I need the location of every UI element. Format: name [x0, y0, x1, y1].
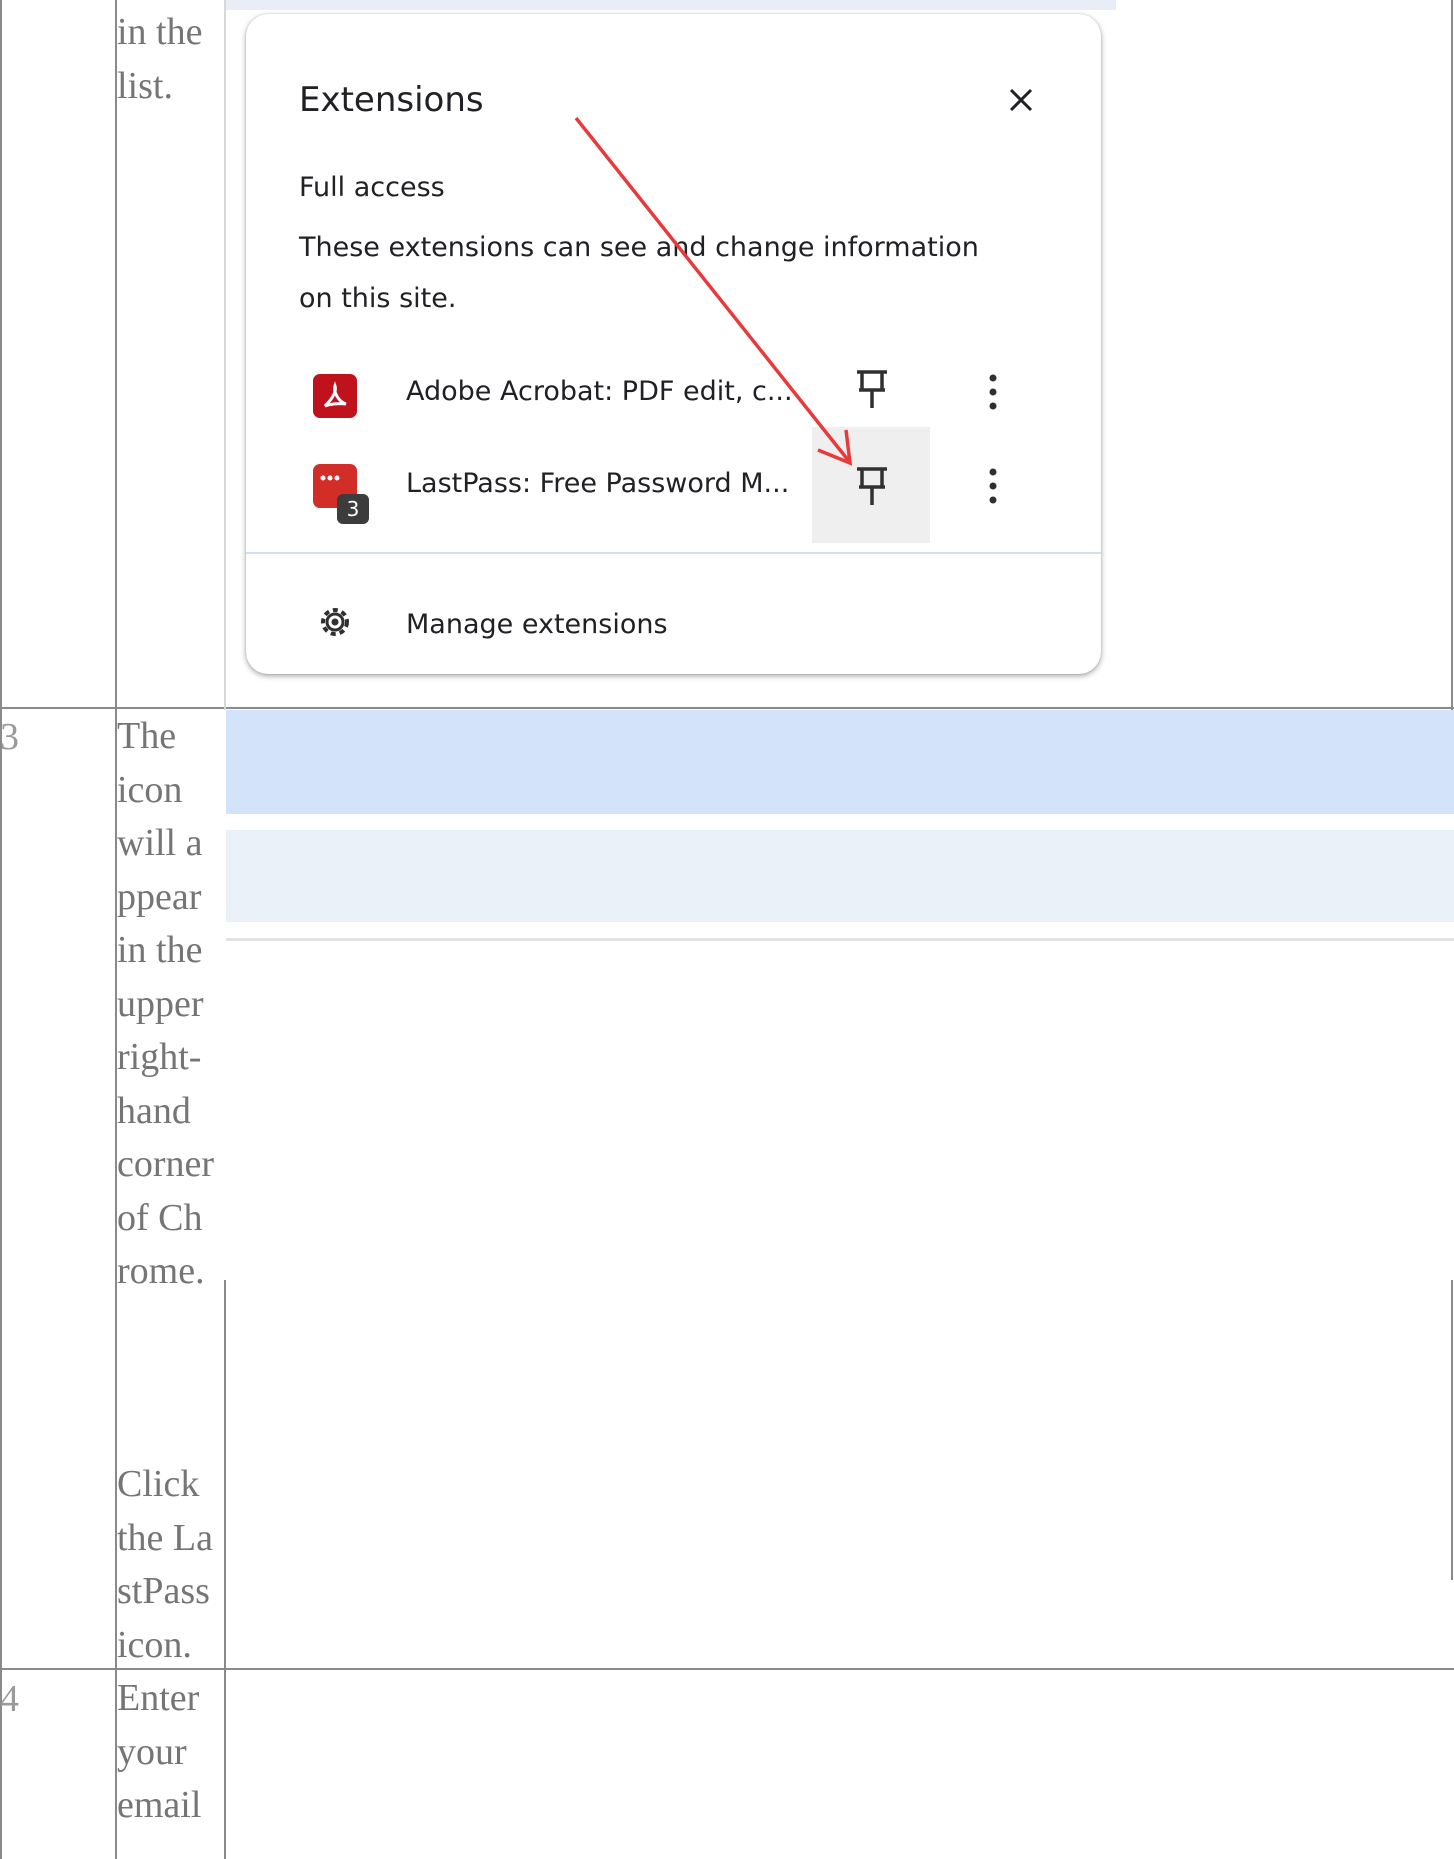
screenshot-band-primary [226, 710, 1454, 814]
row3-instruction-text-2: Click the La stPass icon. [117, 1463, 214, 1666]
step-number: 4 [0, 1678, 19, 1720]
row-divider-4 [0, 1668, 1454, 1670]
row3-instruction-text: The icon will a ppear in the upper right… [117, 715, 215, 1292]
table-col-divider-2b [224, 1280, 226, 1859]
table-right-border-lower [1451, 1280, 1453, 1580]
screenshot-band-secondary [226, 830, 1454, 922]
row4-instruction-text: Enter your email [117, 1677, 202, 1826]
annotation-arrow [574, 116, 853, 466]
screenshot-band-divider [226, 938, 1454, 941]
step-number: 3 [0, 716, 19, 758]
